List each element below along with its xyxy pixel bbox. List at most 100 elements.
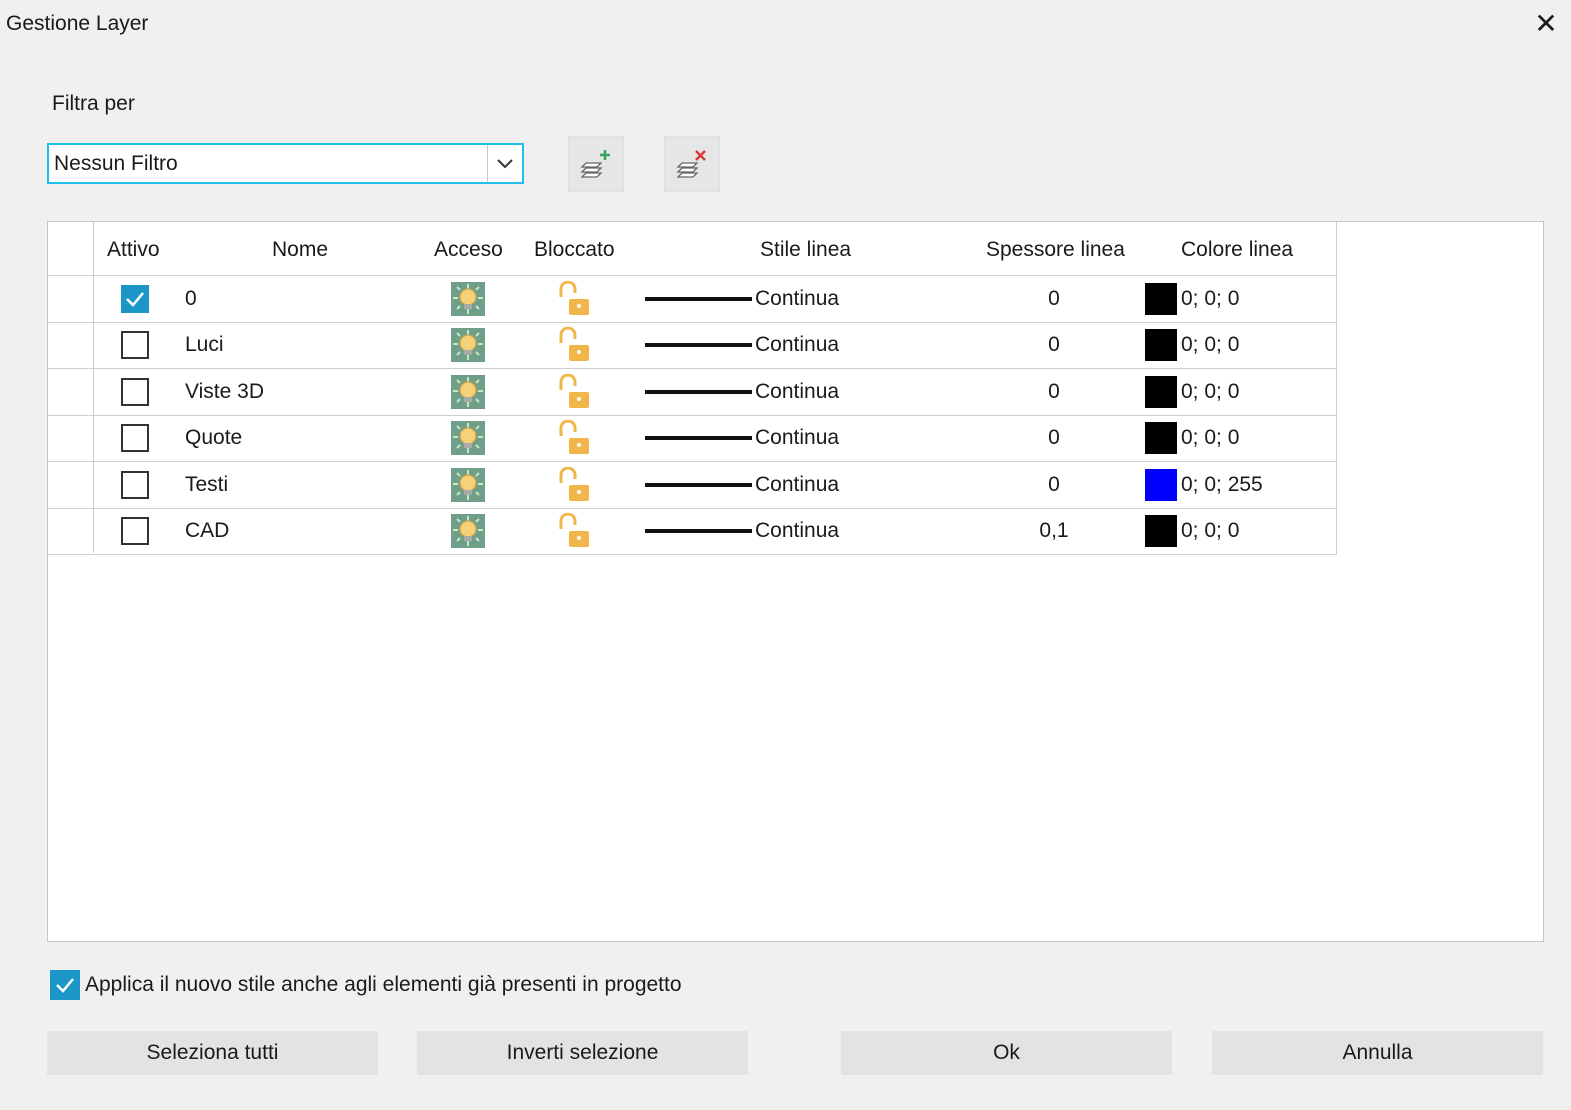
checkmark-icon [56,978,74,993]
header-attivo: Attivo [107,238,160,261]
delete-layer-button[interactable] [664,136,720,192]
line-thickness[interactable]: 0 [1008,415,1100,461]
unlocked-padlock-icon [559,513,589,547]
table-header: Attivo Nome Acceso Bloccato Stile linea … [48,222,1337,276]
line-thickness[interactable]: 0 [1008,369,1100,415]
close-icon: ✕ [1534,7,1558,39]
color-swatch [1145,422,1177,455]
layer-name[interactable]: Viste 3D [185,369,264,415]
filter-dropdown[interactable]: Nessun Filtro [47,143,524,184]
table-row[interactable]: Viste 3D Continua 0 0; 0; 0 [48,368,1337,416]
active-checkbox[interactable] [121,285,149,313]
apply-style-checkbox[interactable] [50,970,80,1000]
line-style-label: Continua [755,379,840,403]
lock-toggle[interactable] [557,369,593,415]
light-bulb-icon [451,282,485,316]
lock-toggle[interactable] [557,462,593,508]
line-style-label: Continua [755,519,840,542]
line-thickness[interactable]: 0 [1008,276,1100,322]
add-layer-button[interactable] [568,136,624,192]
line-thickness[interactable]: 0 [1008,322,1100,368]
line-style-cell[interactable]: Continua [645,369,839,415]
line-thickness[interactable]: 0,1 [1008,508,1100,554]
line-style-cell[interactable]: Continua [645,462,839,508]
line-style-label: Continua [755,333,840,357]
header-nome: Nome [272,238,329,261]
layers-table: Attivo Nome Acceso Bloccato Stile linea … [47,221,1544,942]
lock-toggle[interactable] [557,508,593,554]
line-style-cell[interactable]: Continua [645,508,839,554]
filter-dropdown-value: Nessun Filtro [54,151,178,175]
color-swatch [1145,375,1177,408]
line-style-sample [645,343,752,348]
line-color-cell[interactable]: 0; 0; 0 [1145,369,1239,415]
line-color-value: 0; 0; 0 [1181,333,1240,357]
chevron-down-icon [487,145,522,182]
lock-toggle[interactable] [557,322,593,368]
table-row[interactable]: Testi Continua 0 0; 0; 255 [48,461,1337,509]
active-checkbox[interactable] [121,331,149,360]
line-style-cell[interactable]: Continua [645,322,839,368]
layer-name[interactable]: Testi [185,462,228,508]
invert-selection-button[interactable]: Inverti selezione [417,1031,748,1075]
layer-name[interactable]: 0 [185,276,197,322]
table-row[interactable]: CAD Continua 0,1 0; 0; 0 [48,508,1337,555]
visibility-toggle[interactable] [451,369,485,415]
light-bulb-icon [451,328,485,363]
layer-name[interactable]: Luci [185,322,224,368]
line-style-cell[interactable]: Continua [645,276,839,322]
color-swatch [1145,329,1177,362]
line-style-label: Continua [755,287,840,310]
unlocked-padlock-icon [559,420,589,455]
ok-button[interactable]: Ok [841,1031,1172,1075]
visibility-toggle[interactable] [451,322,485,368]
line-color-cell[interactable]: 0; 0; 255 [1145,462,1263,508]
line-color-cell[interactable]: 0; 0; 0 [1145,322,1239,368]
layer-name[interactable]: Quote [185,415,242,461]
line-color-cell[interactable]: 0; 0; 0 [1145,276,1239,322]
line-color-value: 0; 0; 0 [1181,379,1240,403]
apply-style-option[interactable]: Applica il nuovo stile anche agli elemen… [50,970,682,1000]
layer-delete-icon [676,150,706,178]
line-color-cell[interactable]: 0; 0; 0 [1145,508,1239,554]
visibility-toggle[interactable] [451,276,485,322]
checkmark-icon [126,292,144,307]
color-swatch [1145,515,1177,547]
layer-add-icon [580,150,610,178]
close-button[interactable]: ✕ [1531,7,1561,39]
active-checkbox[interactable] [121,470,149,499]
light-bulb-icon [451,374,485,409]
line-style-sample [645,389,752,394]
line-style-sample [645,436,752,441]
line-color-value: 0; 0; 255 [1181,472,1263,496]
header-bloccato: Bloccato [534,238,615,261]
active-checkbox[interactable] [121,517,149,545]
line-style-sample [645,297,752,301]
unlocked-padlock-icon [559,466,589,501]
line-color-cell[interactable]: 0; 0; 0 [1145,415,1239,461]
cancel-button[interactable]: Annulla [1212,1031,1543,1075]
visibility-toggle[interactable] [451,462,485,508]
table-row[interactable]: Quote Continua 0 0; 0; 0 [48,415,1337,463]
line-style-cell[interactable]: Continua [645,415,839,461]
line-thickness[interactable]: 0 [1008,462,1100,508]
line-style-sample [645,529,752,533]
color-swatch [1145,283,1177,315]
line-style-label: Continua [755,472,840,496]
window-title: Gestione Layer [6,12,149,35]
table-row[interactable]: 0 Continua 0 0; 0; 0 [48,276,1337,323]
visibility-toggle[interactable] [451,415,485,461]
header-acceso: Acceso [434,238,503,261]
table-row[interactable]: Luci Continua 0 0; 0; 0 [48,322,1337,370]
lock-toggle[interactable] [557,415,593,461]
active-checkbox[interactable] [121,377,149,406]
line-color-value: 0; 0; 0 [1181,287,1240,310]
color-swatch [1145,468,1177,501]
active-checkbox[interactable] [121,424,149,453]
visibility-toggle[interactable] [451,508,485,554]
select-all-button[interactable]: Seleziona tutti [47,1031,378,1075]
header-spessore-linea: Spessore linea [986,238,1125,261]
line-color-value: 0; 0; 0 [1181,426,1240,450]
lock-toggle[interactable] [557,276,593,322]
layer-name[interactable]: CAD [185,508,229,554]
